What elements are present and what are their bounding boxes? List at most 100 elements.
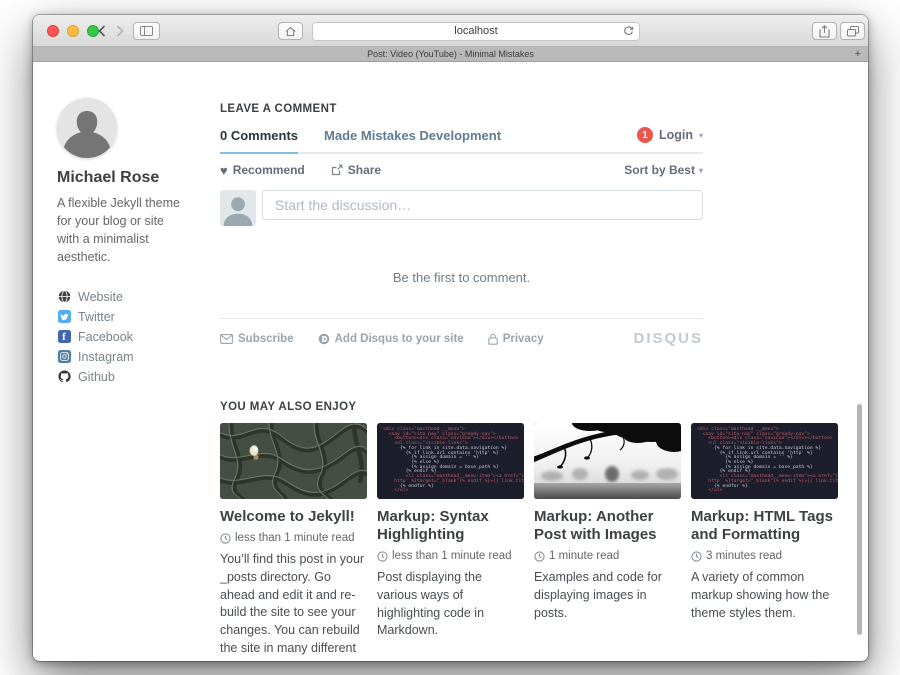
close-window-button[interactable] (47, 25, 59, 37)
facebook-icon: f (57, 330, 71, 344)
instagram-icon (57, 350, 71, 364)
sidebar-item-label: Facebook (78, 330, 133, 344)
disqus-logo[interactable]: DISQUS (633, 330, 703, 347)
sidebar-item-github[interactable]: Github (57, 367, 220, 387)
forward-button[interactable] (113, 22, 127, 40)
tab-community[interactable]: Made Mistakes Development (324, 128, 501, 152)
post-excerpt: A variety of common markup showing how t… (691, 569, 838, 622)
sidebar-item-instagram[interactable]: Instagram (57, 347, 220, 367)
related-card: Markup: Another Post with Images 1 minut… (534, 423, 681, 661)
share-box-icon (331, 164, 343, 176)
post-thumbnail-moss[interactable] (220, 423, 367, 499)
moss-image (220, 423, 367, 499)
post-title[interactable]: Markup: Syntax Highlighting (377, 508, 524, 544)
home-button[interactable] (278, 22, 303, 40)
login-label: Login (659, 128, 693, 142)
add-disqus-link[interactable]: Add Disqus to your site (318, 333, 464, 345)
author-bio: A flexible Jekyll theme for your blog or… (57, 194, 182, 267)
sidebar-item-label: Instagram (78, 350, 134, 364)
comment-compose-row (220, 190, 703, 226)
login-menu[interactable]: 1 Login ▾ (637, 127, 703, 152)
sidebar-item-label: Twitter (78, 310, 115, 324)
person-silhouette-icon (220, 190, 256, 226)
subscribe-label: Subscribe (238, 333, 294, 345)
sidebar-icon (140, 26, 153, 36)
read-time: 1 minute read (534, 550, 681, 562)
read-time: 3 minutes read (691, 550, 838, 562)
sidebar-item-facebook[interactable]: f Facebook (57, 327, 220, 347)
foggy-tree-image (534, 423, 681, 499)
globe-icon (57, 290, 71, 304)
tab-comment-count[interactable]: 0 Comments (220, 128, 298, 154)
privacy-label: Privacy (503, 333, 544, 345)
page-content: Michael Rose A flexible Jekyll theme for… (33, 62, 868, 660)
related-heading: YOU MAY ALSO ENJOY (220, 401, 838, 413)
person-silhouette-icon (57, 98, 117, 158)
post-thumbnail-code[interactable]: <div class="masthead __menu"> <nav id="s… (691, 423, 838, 499)
sidebar-item-website[interactable]: Website (57, 287, 220, 307)
minimize-window-button[interactable] (67, 25, 79, 37)
envelope-icon (220, 334, 233, 344)
author-sidebar: Michael Rose A flexible Jekyll theme for… (57, 98, 220, 660)
address-bar[interactable]: localhost (312, 22, 640, 41)
add-disqus-label: Add Disqus to your site (335, 333, 464, 345)
related-card: <div class="masthead __menu"> <nav id="s… (691, 423, 838, 661)
post-excerpt: You’ll find this post in your _posts dir… (220, 551, 367, 661)
recommend-button[interactable]: ♥ Recommend (220, 163, 305, 177)
related-card: Welcome to Jekyll! less than 1 minute re… (220, 423, 367, 661)
sort-menu[interactable]: Sort by Best ▾ (624, 163, 703, 177)
sidebar-item-label: Website (78, 290, 123, 304)
post-excerpt: Examples and code for displaying images … (534, 569, 681, 622)
privacy-link[interactable]: Privacy (488, 333, 544, 345)
active-tab[interactable]: Post: Video (YouTube) - Minimal Mistakes (367, 49, 534, 59)
address-bar-url: localhost (454, 25, 497, 37)
read-time-label: less than 1 minute read (235, 532, 355, 544)
share-thread-button[interactable]: Share (331, 163, 381, 177)
post-title[interactable]: Markup: Another Post with Images (534, 508, 681, 544)
lock-icon (488, 333, 498, 345)
back-button[interactable] (95, 22, 109, 40)
related-card: <div class="masthead __menu"> <nav id="s… (377, 423, 524, 661)
author-name: Michael Rose (57, 169, 220, 187)
share-button[interactable] (812, 22, 837, 40)
read-time-label: less than 1 minute read (392, 550, 512, 562)
disqus-tab-row: 0 Comments Made Mistakes Development 1 L… (220, 127, 703, 154)
sidebar-toggle-button[interactable] (133, 22, 160, 40)
clock-icon (534, 551, 545, 562)
browser-window: localhost Post: Video (YouTube) - Minima… (33, 15, 868, 661)
chevron-down-icon: ▾ (699, 131, 703, 140)
comment-input[interactable] (262, 190, 703, 220)
reload-icon[interactable] (623, 26, 634, 37)
author-links: Website Twitter f (57, 287, 220, 387)
clock-icon (220, 533, 231, 544)
new-tab-button[interactable]: + (855, 47, 861, 61)
post-title[interactable]: Markup: HTML Tags and Formatting (691, 508, 838, 544)
post-thumbnail-code[interactable]: <div class="masthead __menu"> <nav id="s… (377, 423, 524, 499)
post-excerpt: Post displaying the various ways of high… (377, 569, 524, 640)
vertical-scrollbar[interactable] (857, 404, 862, 635)
post-title[interactable]: Welcome to Jekyll! (220, 508, 367, 526)
home-icon (285, 26, 296, 37)
code-screenshot-image: <div class="masthead __menu"> <nav id="s… (691, 423, 838, 499)
subscribe-link[interactable]: Subscribe (220, 333, 294, 345)
divider (220, 318, 703, 319)
clock-icon (691, 551, 702, 562)
share-icon (819, 25, 830, 38)
browser-titlebar: localhost (33, 15, 868, 47)
sidebar-item-twitter[interactable]: Twitter (57, 307, 220, 327)
tab-overview-button[interactable] (840, 22, 865, 40)
heart-icon: ♥ (220, 164, 228, 177)
related-cards: Welcome to Jekyll! less than 1 minute re… (220, 423, 838, 661)
chevron-down-icon: ▾ (699, 166, 703, 175)
read-time-label: 1 minute read (549, 550, 619, 562)
post-thumbnail-fog[interactable] (534, 423, 681, 499)
read-time-label: 3 minutes read (706, 550, 782, 562)
sort-label: Sort by Best (624, 163, 695, 177)
avatar (57, 98, 117, 158)
recommend-label: Recommend (233, 163, 305, 177)
tab-bar: Post: Video (YouTube) - Minimal Mistakes… (33, 47, 868, 62)
tabs-icon (847, 26, 859, 37)
notification-badge: 1 (637, 127, 653, 143)
github-icon (57, 370, 71, 384)
empty-state-text: Be the first to comment. (220, 270, 703, 285)
